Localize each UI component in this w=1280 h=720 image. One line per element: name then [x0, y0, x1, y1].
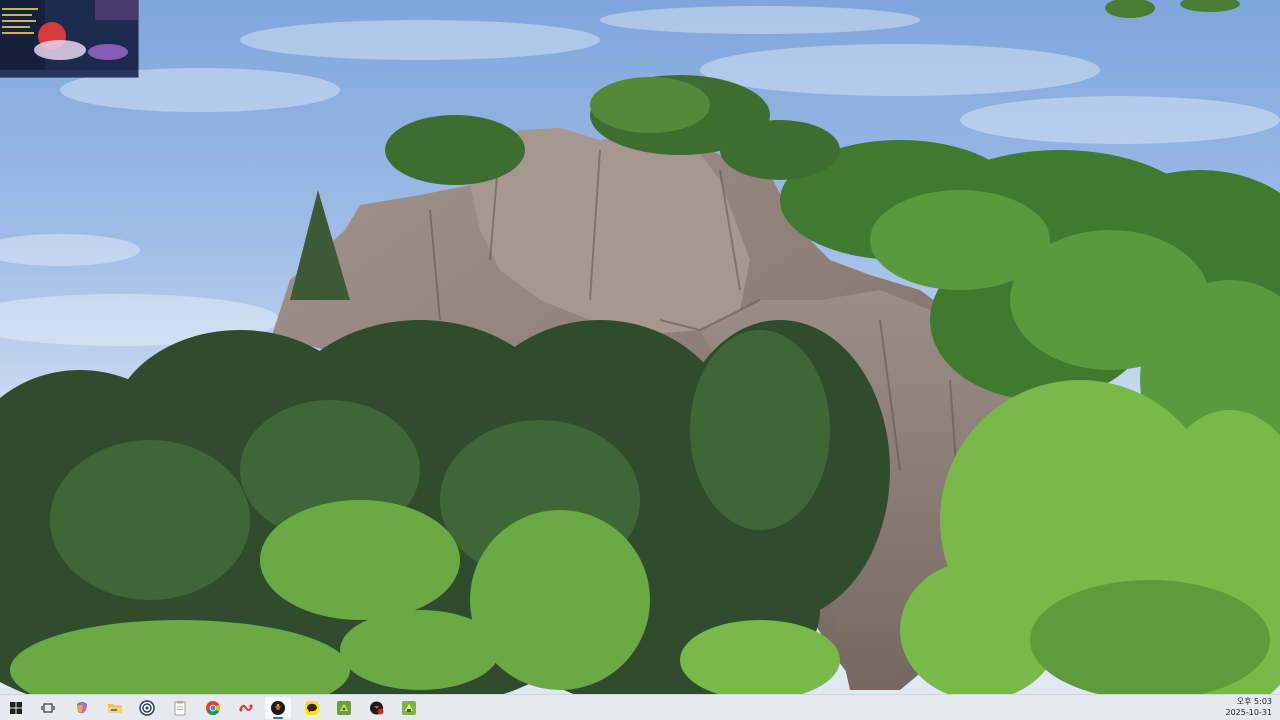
- red-app-button[interactable]: [233, 697, 259, 719]
- circular-app-button[interactable]: [134, 697, 160, 719]
- launcher-button-1[interactable]: [331, 697, 357, 719]
- notepad-icon: [174, 701, 186, 716]
- game-app-button-2[interactable]: [364, 697, 390, 719]
- window-thumbnail-preview[interactable]: [0, 0, 138, 77]
- launcher-icon-1: [337, 701, 351, 715]
- task-view-icon: [41, 703, 55, 713]
- clock-date: 2025-10-31: [1225, 708, 1273, 717]
- game-preview-image: [0, 0, 138, 77]
- kakaotalk-button[interactable]: [299, 697, 325, 719]
- clock-time: 오후 5:03: [1236, 697, 1272, 706]
- system-clock[interactable]: 오후 5:03 2025-10-31: [1226, 696, 1273, 718]
- file-explorer-icon: [108, 704, 122, 713]
- launcher-icon-2: [402, 701, 416, 715]
- kakaotalk-icon: [305, 701, 319, 715]
- chrome-button[interactable]: [200, 697, 226, 719]
- start-button[interactable]: [3, 697, 29, 719]
- red-app-icon: [239, 704, 253, 712]
- game-app-icon: [271, 701, 285, 715]
- circular-app-icon: [139, 700, 155, 716]
- desktop-wallpaper: [0, 0, 1280, 694]
- start-icon: [10, 702, 22, 714]
- taskbar: 오후 5:03 2025-10-31: [0, 694, 1280, 720]
- file-explorer-button[interactable]: [102, 697, 128, 719]
- launcher-button-2[interactable]: [396, 697, 422, 719]
- game-app-icon-2: [370, 701, 384, 715]
- copilot-icon: [77, 702, 87, 714]
- chrome-icon: [206, 701, 220, 715]
- desktop[interactable]: [0, 0, 1280, 694]
- game-app-button[interactable]: [265, 697, 291, 719]
- task-view-button[interactable]: [35, 697, 61, 719]
- notepad-button[interactable]: [167, 697, 193, 719]
- copilot-button[interactable]: [69, 697, 95, 719]
